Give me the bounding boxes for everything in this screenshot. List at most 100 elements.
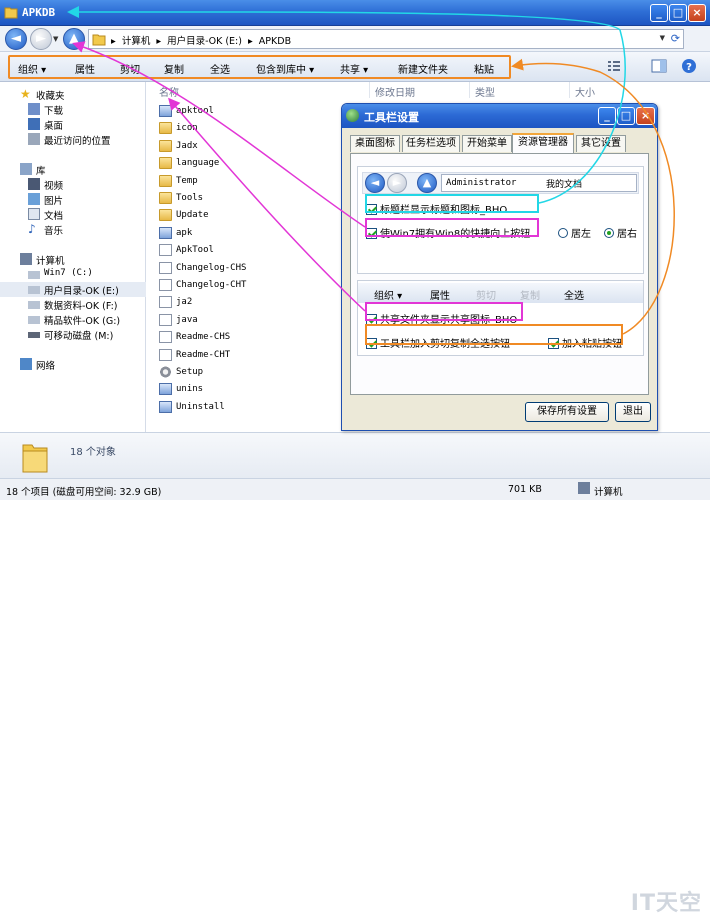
nav-label: 图片 [44,196,64,207]
radio-on[interactable] [604,228,614,238]
file-name: ApkTool [176,245,214,256]
folder-large-icon [22,444,48,473]
close-button[interactable]: × [688,4,706,22]
tab-explorer[interactable]: 资源管理器 [512,133,574,153]
document-icon [159,296,172,309]
application-icon [159,226,172,239]
setup-icon [159,366,172,378]
refresh-icon[interactable]: ⟳ [671,32,680,45]
nav-network[interactable]: 网络 [0,357,146,372]
nav-drive-c[interactable]: Win7 (C:) [0,267,146,282]
drive-icon [28,301,40,309]
file-name: Readme-CHS [176,332,231,343]
view-options-icon[interactable] [606,58,624,74]
nav-label: 视频 [44,181,64,192]
document-icon [159,313,172,326]
column-divider[interactable] [569,82,570,98]
address-bar[interactable]: ▸ 计算机 ▸ 用户目录-OK (E:) ▸ APKDB ▼ ⟳ [88,29,684,49]
address-dropdown-icon[interactable]: ▼ [660,34,665,42]
nav-documents[interactable]: 文档 [0,207,146,222]
tab-start-menu[interactable]: 开始菜单 [462,135,512,152]
preview-back-icon: ◄ [365,173,385,193]
tab-other-settings[interactable]: 其它设置 [576,135,626,152]
column-header-date[interactable]: 修改日期 [375,84,415,99]
history-dropdown-icon[interactable]: ▼ [53,35,58,43]
radio-label: 居左 [571,229,591,240]
computer-icon [20,253,32,265]
tab-desktop-icons[interactable]: 桌面图标 [350,135,400,152]
nav-downloads[interactable]: 下载 [0,102,146,117]
align-left-radio[interactable]: 居左 [558,225,591,240]
orange-highlight-box [365,324,623,345]
magenta-highlight-box [365,218,539,237]
file-name: Changelog-CHT [176,280,247,290]
breadcrumb-folder[interactable]: APKDB [259,36,291,47]
application-icon [159,105,172,117]
exit-button[interactable]: 退出 [615,402,651,422]
breadcrumb-sep: ▸ [156,36,162,47]
nav-music[interactable]: ♪ 音乐 [0,222,146,237]
column-header-name[interactable]: 名称 [159,84,179,99]
application-icon [159,400,172,413]
breadcrumb-computer[interactable]: 计算机 [122,36,151,47]
tab-taskbar-options[interactable]: 任务栏选项 [402,135,460,152]
maximize-button[interactable]: □ [669,4,687,22]
help-icon[interactable]: ? [680,58,698,74]
nav-libraries[interactable]: 库 [0,162,146,177]
nav-label: 最近访问的位置 [44,136,111,147]
nav-drive-g[interactable]: 精品软件-OK (G:) [0,312,146,327]
cyan-highlight-box [365,194,539,213]
column-divider[interactable] [369,82,370,98]
preview-organize: 组织 ▾ [374,291,403,302]
nav-pictures[interactable]: 图片 [0,192,146,207]
removable-disk-icon [28,332,40,338]
breadcrumb-drive[interactable]: 用户目录-OK (E:) [167,36,242,47]
breadcrumb[interactable]: ▸ 计算机 ▸ 用户目录-OK (E:) ▸ APKDB [111,33,294,47]
nav-favorites[interactable]: ★ 收藏夹 [0,87,146,102]
column-header-type[interactable]: 类型 [475,84,495,99]
recent-places-icon [28,133,40,145]
nav-libraries-label: 库 [36,166,46,177]
nav-drive-e[interactable]: 用户目录-OK (E:) [0,282,146,297]
nav-computer[interactable]: 计算机 [0,252,146,267]
forward-button[interactable]: ► [30,28,52,50]
nav-recent[interactable]: 最近访问的位置 [0,132,146,147]
folder-icon [159,192,172,204]
dialog-title-bar[interactable]: 工具栏设置 _ □ × [342,104,657,128]
video-icon [28,178,40,190]
dialog-maximize-button[interactable]: □ [617,107,635,125]
computer-icon [578,482,590,494]
window-title: APKDB [22,6,56,19]
up-button[interactable]: ▲ [63,28,85,50]
nav-label: 桌面 [44,121,64,132]
preview-properties: 属性 [430,291,450,302]
status-bar: 18 个项目 (磁盘可用空间: 32.9 GB) 701 KB 计算机 [0,478,710,500]
column-divider[interactable] [469,82,470,98]
dialog-close-button[interactable]: × [636,107,655,125]
align-right-radio[interactable]: 居右 [604,225,637,240]
nav-computer-label: 计算机 [36,256,65,267]
window-title-bar[interactable]: APKDB _ □ × [0,0,710,26]
file-name: Readme-CHT [176,349,231,360]
column-header-size[interactable]: 大小 [575,84,595,99]
preview-pane-icon[interactable] [650,58,668,74]
file-name: Update [176,210,209,221]
nav-label: 文档 [44,211,64,222]
radio-off[interactable] [558,228,568,238]
status-location: 计算机 [594,487,623,498]
minimize-button[interactable]: _ [650,4,668,22]
nav-drive-f[interactable]: 数据资料-OK (F:) [0,297,146,312]
network-icon [20,358,32,370]
save-all-settings-button[interactable]: 保存所有设置 [525,402,609,422]
nav-desktop[interactable]: 桌面 [0,117,146,132]
nav-label: Win7 (C:) [44,268,93,278]
back-button[interactable]: ◄ [5,28,27,50]
nav-label: 下载 [44,106,64,117]
nav-drive-m[interactable]: 可移动磁盘 (M:) [0,327,146,342]
dialog-minimize-button[interactable]: _ [598,107,616,125]
nav-videos[interactable]: 视频 [0,177,146,192]
download-icon [28,103,40,115]
nav-label: 可移动磁盘 (M:) [44,331,114,342]
file-name: Temp [176,175,198,186]
details-pane: 18 个对象 IT天空 [0,432,710,916]
